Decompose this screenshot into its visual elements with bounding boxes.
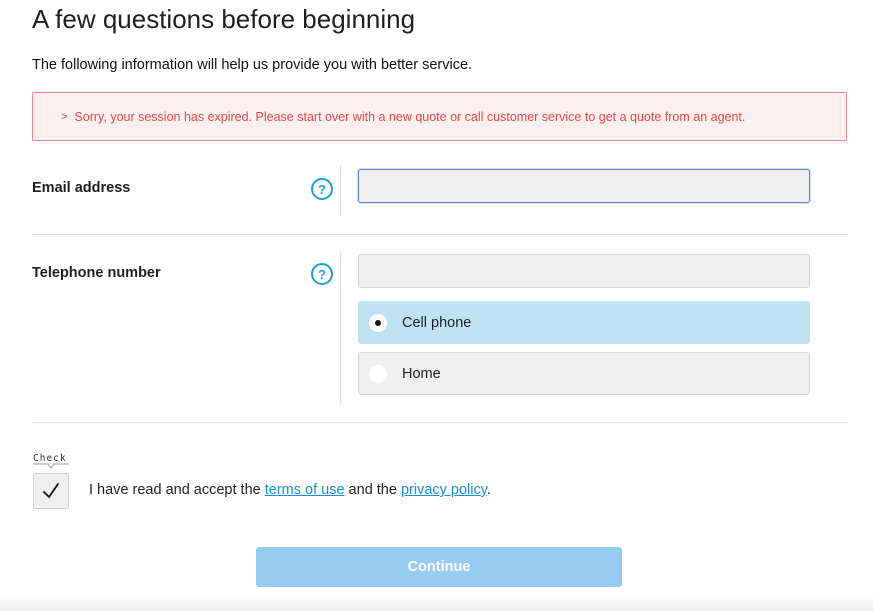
email-field[interactable] <box>358 169 810 203</box>
accept-checkbox[interactable] <box>33 473 69 509</box>
radio-unselected-icon <box>369 364 387 383</box>
session-expired-alert: > Sorry, your session has expired. Pleas… <box>32 92 847 141</box>
chevron-right-icon: > <box>61 110 68 123</box>
radio-home[interactable]: Home <box>358 352 810 395</box>
phone-help-icon[interactable]: ? <box>311 263 333 285</box>
accept-text-prefix: I have read and accept the <box>89 482 265 498</box>
phone-field[interactable] <box>358 254 810 288</box>
alert-message: Sorry, your session has expired. Please … <box>74 109 746 124</box>
email-divider <box>340 166 341 216</box>
accept-text-middle: and the <box>344 482 401 498</box>
radio-label: Home <box>402 365 441 382</box>
privacy-policy-link[interactable]: privacy policy <box>401 482 487 498</box>
radio-cell-phone[interactable]: Cell phone <box>358 301 810 344</box>
terms-of-use-link[interactable]: terms of use <box>265 482 345 498</box>
section-divider <box>32 422 847 423</box>
intro-text: The following information will help us p… <box>32 57 473 73</box>
accept-text: I have read and accept the terms of use … <box>89 482 491 498</box>
section-divider <box>32 234 847 235</box>
phone-divider <box>340 252 341 404</box>
checkmark-icon <box>43 483 59 498</box>
continue-button[interactable]: Continue <box>256 547 622 587</box>
accept-text-suffix: . <box>486 482 491 498</box>
radio-selected-icon <box>369 313 387 332</box>
email-label: Email address <box>32 180 131 196</box>
radio-label: Cell phone <box>402 314 472 331</box>
phone-label: Telephone number <box>32 265 161 281</box>
page-bottom-shadow <box>0 596 873 611</box>
email-help-icon[interactable]: ? <box>311 178 333 200</box>
tag-caret-icon <box>33 463 69 469</box>
page-title: A few questions before beginning <box>32 4 416 34</box>
